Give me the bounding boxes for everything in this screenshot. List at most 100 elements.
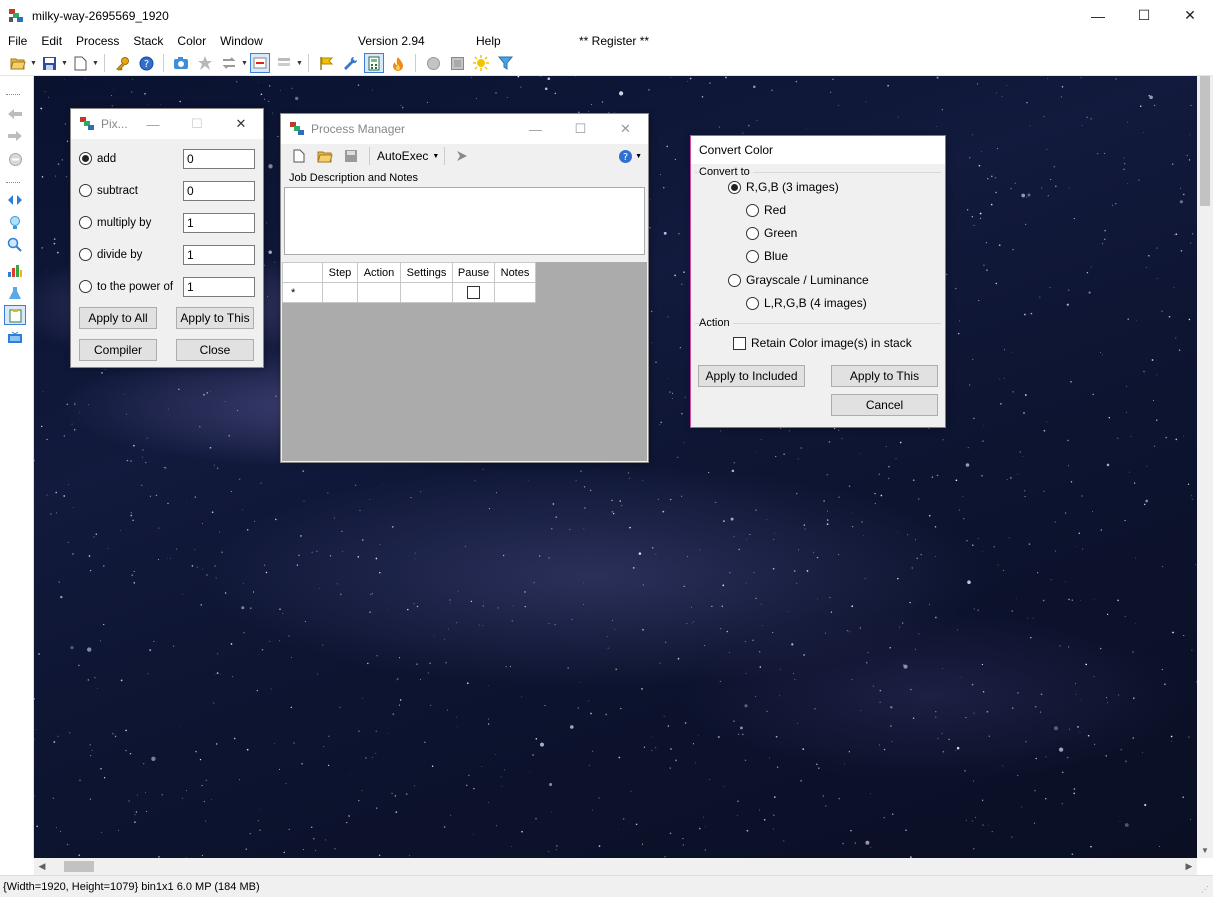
pm-run-button[interactable] [452, 146, 472, 166]
pixel-math-minimize-button[interactable]: — [131, 109, 175, 139]
key-button[interactable] [112, 53, 132, 73]
process-steps-grid[interactable]: Step Action Settings Pause Notes * [282, 262, 647, 461]
pm-help-dropdown-icon[interactable]: ▼ [635, 153, 642, 160]
pixel-op-radio-3[interactable] [79, 248, 92, 261]
grayscale-option[interactable]: Grayscale / Luminance [728, 273, 869, 287]
pm-open-button[interactable] [315, 146, 335, 166]
back-button[interactable] [4, 104, 26, 124]
save-dropdown[interactable]: ▼ [61, 53, 68, 73]
filter-button[interactable] [495, 53, 515, 73]
pixel-math-apply-to-this-button[interactable]: Apply to This [176, 307, 254, 329]
green-option[interactable]: Green [746, 226, 797, 240]
stack-dropdown[interactable]: ▼ [296, 53, 303, 73]
menu-help[interactable]: Help [469, 34, 508, 48]
compiler-button[interactable]: Compiler [79, 339, 157, 361]
resize-grip-icon[interactable]: ⋰ [1201, 885, 1211, 895]
vertical-scroll-thumb[interactable] [1200, 76, 1210, 206]
pixel-op-option-0[interactable]: add [79, 152, 116, 165]
hint-button[interactable] [4, 213, 26, 233]
save-button[interactable] [39, 53, 59, 73]
pixel-op-option-2[interactable]: multiply by [79, 216, 151, 229]
menu-edit[interactable]: Edit [34, 34, 69, 48]
pm-save-button[interactable] [341, 146, 361, 166]
grid-header-pause[interactable]: Pause [452, 262, 495, 283]
swap-dropdown[interactable]: ▼ [241, 53, 248, 73]
cancel-op-button[interactable] [4, 149, 26, 169]
vertical-scrollbar[interactable]: ▲ ▼ [1197, 76, 1213, 858]
sun-button[interactable] [471, 53, 491, 73]
stack-button[interactable] [274, 53, 294, 73]
blue-option[interactable]: Blue [746, 249, 788, 263]
apply-to-included-button[interactable]: Apply to Included [698, 365, 805, 387]
pixel-op-value-input-0[interactable]: 0 [183, 149, 255, 169]
rgb3-radio[interactable] [728, 180, 741, 194]
table-row[interactable]: * [282, 282, 536, 303]
settings-cell[interactable] [400, 282, 453, 303]
minus-button[interactable] [250, 53, 270, 73]
open-dropdown[interactable]: ▼ [30, 53, 37, 73]
new-dropdown[interactable]: ▼ [92, 53, 99, 73]
process-manager-close-button[interactable]: ✕ [603, 114, 648, 144]
scroll-right-icon[interactable]: ▶ [1181, 858, 1197, 875]
retain-checkbox[interactable] [733, 336, 746, 350]
pixel-op-radio-1[interactable] [79, 184, 92, 197]
scroll-down-icon[interactable]: ▼ [1197, 842, 1213, 858]
maximize-button[interactable]: ☐ [1121, 0, 1167, 31]
pixel-op-value-input-3[interactable]: 1 [183, 245, 255, 265]
camera-button[interactable] [171, 53, 191, 73]
pixel-op-value-input-2[interactable]: 1 [183, 213, 255, 233]
convert-color-apply-to-this-button[interactable]: Apply to This [831, 365, 938, 387]
swap-button[interactable] [219, 53, 239, 73]
star-button[interactable] [195, 53, 215, 73]
square-button[interactable] [447, 53, 467, 73]
notes-cell[interactable] [494, 282, 536, 303]
convert-color-cancel-button[interactable]: Cancel [831, 394, 938, 416]
new-button[interactable] [70, 53, 90, 73]
pixel-op-option-4[interactable]: to the power of [79, 280, 173, 293]
calculator-button[interactable] [364, 53, 384, 73]
menu-register[interactable]: ** Register ** [572, 34, 656, 48]
apply-to-all-button[interactable]: Apply to All [79, 307, 157, 329]
menu-stack[interactable]: Stack [126, 34, 170, 48]
grid-header-step[interactable]: Step [322, 262, 358, 283]
red-radio[interactable] [746, 203, 759, 217]
lrgb-option[interactable]: L,R,G,B (4 images) [746, 296, 867, 310]
menu-color[interactable]: Color [170, 34, 213, 48]
zoom-button[interactable] [4, 235, 26, 255]
lrgb-radio[interactable] [746, 296, 759, 310]
flag-button[interactable] [316, 53, 336, 73]
autoexec-menu[interactable]: AutoExec [377, 149, 428, 163]
pm-help-button[interactable]: ? ▼ [618, 149, 642, 164]
rgb3-option[interactable]: R,G,B (3 images) [728, 180, 839, 194]
pause-cell[interactable] [452, 282, 495, 303]
close-button[interactable]: ✕ [1167, 0, 1213, 31]
circle-button[interactable] [423, 53, 443, 73]
autoexec-dropdown-icon[interactable]: ▼ [432, 153, 439, 160]
menu-window[interactable]: Window [213, 34, 270, 48]
wrench-button[interactable] [340, 53, 360, 73]
grid-header-settings[interactable]: Settings [400, 262, 453, 283]
pixel-op-radio-4[interactable] [79, 280, 92, 293]
retain-option[interactable]: Retain Color image(s) in stack [733, 336, 912, 350]
pixel-op-value-input-1[interactable]: 0 [183, 181, 255, 201]
help-button[interactable]: ? [136, 53, 156, 73]
clipboard-button[interactable] [4, 305, 26, 325]
pixel-op-option-3[interactable]: divide by [79, 248, 142, 261]
process-manager-minimize-button[interactable]: — [513, 114, 558, 144]
pixel-op-radio-0[interactable] [79, 152, 92, 165]
pixel-op-value-input-4[interactable]: 1 [183, 277, 255, 297]
horizontal-scroll-thumb[interactable] [64, 861, 94, 872]
grayscale-radio[interactable] [728, 273, 741, 287]
process-manager-maximize-button[interactable]: ☐ [558, 114, 603, 144]
job-notes-textarea[interactable] [284, 187, 645, 255]
action-cell[interactable] [357, 282, 401, 303]
flame-button[interactable] [388, 53, 408, 73]
step-cell[interactable] [322, 282, 358, 303]
pm-new-button[interactable] [289, 146, 309, 166]
pause-checkbox[interactable] [467, 286, 480, 299]
open-button[interactable] [8, 53, 28, 73]
histogram-button[interactable] [4, 260, 26, 280]
flask-button[interactable] [4, 283, 26, 303]
horizontal-scrollbar[interactable]: ◀ ▶ [34, 858, 1197, 875]
red-option[interactable]: Red [746, 203, 786, 217]
